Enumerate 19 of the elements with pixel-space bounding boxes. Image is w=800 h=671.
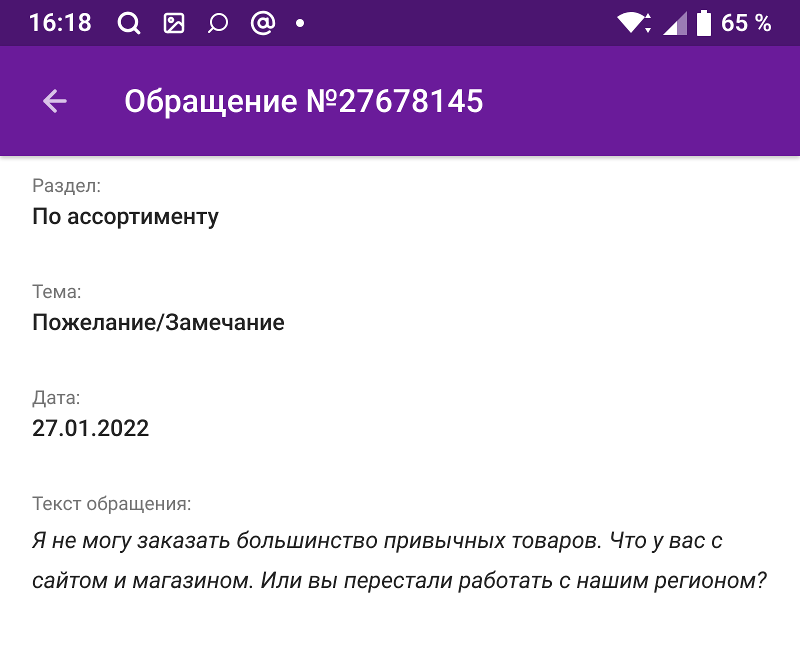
battery-level: 65 % [720, 9, 772, 37]
status-time: 16:18 [28, 8, 92, 38]
request-text: Я не могу заказать большинство привычных товаров. Что у вас с сайтом и магазином. Или вы перестали работать с нашим регионом? [32, 526, 768, 596]
magnifier-icon [206, 11, 230, 35]
battery-icon [696, 10, 711, 36]
at-sign-icon [250, 10, 276, 36]
field-value: Пожелание/Замечание [32, 309, 286, 336]
signal-icon [662, 11, 687, 35]
page-title: Обращение №27678145 [124, 82, 484, 120]
field-label: Текст обращения: [32, 492, 192, 515]
field-value: По ассортименту [32, 203, 220, 230]
image-icon [162, 11, 186, 35]
search-icon [116, 10, 142, 36]
field-value: 27.01.2022 [32, 415, 150, 442]
dot-icon [296, 19, 304, 27]
field-label: Дата: [32, 386, 82, 409]
field-label: Тема: [32, 280, 83, 303]
wifi-icon [616, 11, 653, 35]
field-label: Раздел: [32, 174, 102, 197]
